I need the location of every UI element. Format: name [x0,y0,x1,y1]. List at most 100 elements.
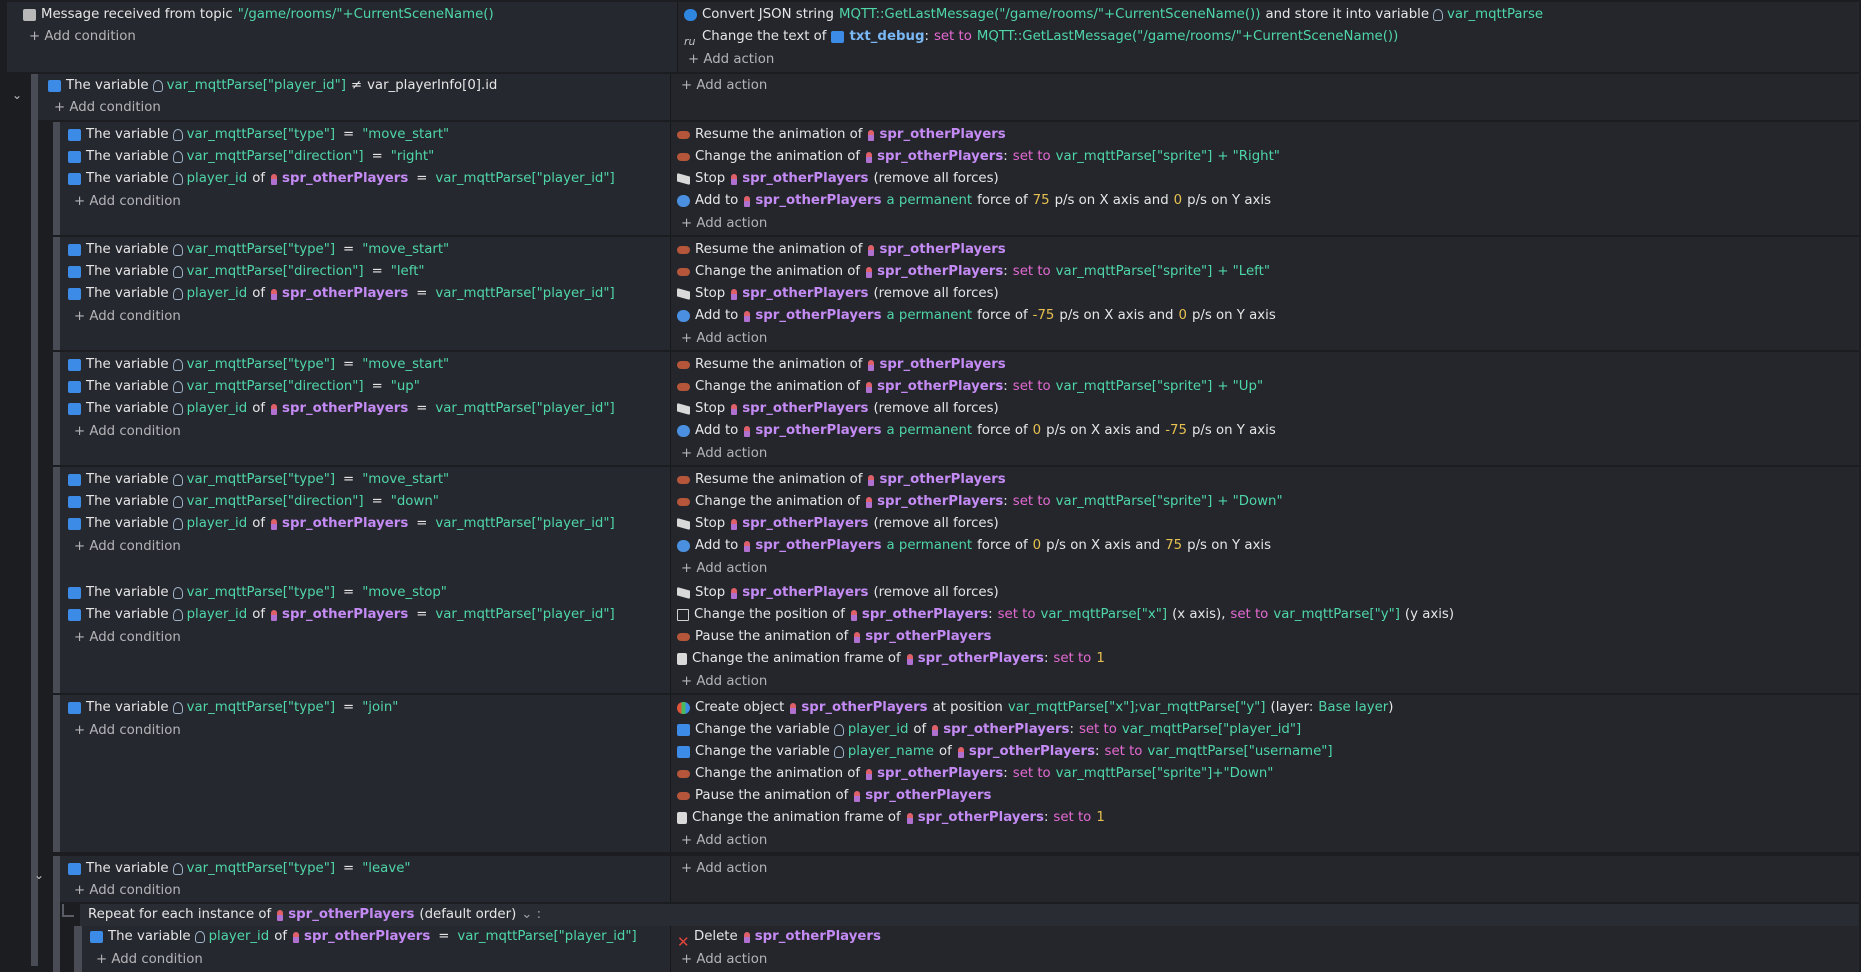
action-row[interactable]: Change the animation frame of spr_otherP… [677,648,1105,670]
action-row[interactable]: Resume the animation of spr_otherPlayers [677,354,1006,376]
repeat-header[interactable]: Repeat for each instance of spr_otherPla… [80,904,1859,926]
action-row[interactable]: Change the animation of spr_otherPlayers… [677,763,1273,785]
action-row[interactable]: Resume the animation of spr_otherPlayers [677,124,1006,146]
action-row[interactable]: Add to spr_otherPlayers a permanent forc… [677,305,1276,327]
condition-row[interactable]: The variable var_mqttParse["type"] = "jo… [68,697,398,719]
condition-row[interactable]: The variable var_mqttParse["type"] = "mo… [68,469,449,491]
action-text: p/s on Y axis [1187,193,1271,208]
condition-row[interactable]: The variable player_id of spr_otherPlaye… [68,283,615,305]
action-row[interactable]: Add to spr_otherPlayers a permanent forc… [677,420,1276,442]
action-row[interactable]: Stop spr_otherPlayers (remove all forces… [677,283,999,305]
action-row[interactable]: Resume the animation of spr_otherPlayers [677,239,1006,261]
action-text: force of [977,308,1028,323]
action-row[interactable]: Resume the animation of spr_otherPlayers [677,469,1006,491]
add-condition-link[interactable]: + Add condition [74,191,181,213]
add-condition-link[interactable]: + Add condition [74,306,181,328]
operator: = [416,516,428,531]
collapse-chevron-icon[interactable]: ⌄ [12,88,22,102]
condition-row[interactable]: The variable var_mqttParse["direction"] … [68,146,434,168]
action-row[interactable]: Change the animation of spr_otherPlayers… [677,261,1270,283]
add-action-link[interactable]: + Add action [688,49,774,71]
add-condition-link[interactable]: + Add condition [54,97,161,119]
action-row[interactable]: Change the animation of spr_otherPlayers… [677,376,1263,398]
add-action-link[interactable]: + Add action [681,213,767,235]
event-move-start[interactable]: The variable var_mqttParse["type"] = "mo… [60,122,1859,235]
action-row[interactable]: Change the position of spr_otherPlayers:… [677,604,1454,626]
action-row[interactable]: Pause the animation of spr_otherPlayers [677,626,991,648]
add-action-link[interactable]: + Add action [681,328,767,350]
condition-row[interactable]: The variable var_mqttParse["direction"] … [68,491,439,513]
collapse-chevron-icon[interactable]: ⌄ [34,868,44,882]
action-row[interactable]: ru Change the text of txt_debug: set to … [684,26,1398,48]
add-action-link[interactable]: + Add action [681,671,767,693]
add-action-link[interactable]: + Add action [681,830,767,852]
object-name: spr_otherPlayers [755,193,882,208]
expression: var_mqttParse["sprite"] [1055,264,1213,279]
action-row[interactable]: Create object spr_otherPlayers at positi… [677,697,1393,719]
stop-icon [677,587,690,599]
of-label: of [913,722,927,737]
condition-row[interactable]: The variable var_mqttParse["type"] = "le… [68,858,411,880]
action-row[interactable]: Stop spr_otherPlayers (remove all forces… [677,582,999,604]
action-text: Resume the animation of [695,242,863,257]
action-row[interactable]: Change the animation of spr_otherPlayers… [677,146,1280,168]
condition-row[interactable]: The variable player_id of spr_otherPlaye… [68,168,615,190]
event-move-stop[interactable]: The variable var_mqttParse["type"] = "mo… [60,580,1859,693]
add-condition-link[interactable]: + Add condition [74,880,181,902]
action-row[interactable]: Add to spr_otherPlayers a permanent forc… [677,190,1271,212]
add-action-link[interactable]: + Add action [681,558,767,580]
repeat-order-dropdown[interactable]: ⌄ : [521,904,541,926]
condition-text: The variable [86,357,169,372]
action-row[interactable]: Change the animation frame of spr_otherP… [677,807,1105,829]
expression: var_mqttParse["username"] [1147,744,1333,759]
condition-row[interactable]: The variable var_mqttParse["type"] = "mo… [68,124,449,146]
add-action-link[interactable]: + Add action [681,443,767,465]
event-delete-player[interactable]: The variable player_id of spr_otherPlaye… [82,926,1859,972]
condition-row[interactable]: Message received from topic "/game/rooms… [23,4,494,26]
condition-row[interactable]: The variable player_id of spr_otherPlaye… [90,926,637,948]
condition-row[interactable]: The variable var_mqttParse["direction"] … [68,261,425,283]
action-text: p/s on Y axis [1191,423,1276,438]
condition-text: The variable [86,401,169,416]
action-text: ) [1388,700,1394,715]
condition-row[interactable]: The variable player_id of spr_otherPlaye… [68,513,615,535]
add-condition-link[interactable]: + Add condition [74,627,181,649]
action-row[interactable]: Pause the animation of spr_otherPlayers [677,785,991,807]
action-row[interactable]: Convert JSON string MQTT::GetLastMessage… [684,4,1543,26]
add-condition-link[interactable]: + Add condition [74,536,181,558]
action-row[interactable]: Stop spr_otherPlayers (remove all forces… [677,398,999,420]
event-player-check[interactable]: The variable var_mqttParse["player_id"] … [38,74,1859,120]
condition-row[interactable]: The variable player_id of spr_otherPlaye… [68,398,615,420]
action-row[interactable]: Add to spr_otherPlayers a permanent forc… [677,535,1271,557]
action-row[interactable]: ✕ Delete spr_otherPlayers [677,926,881,951]
condition-row[interactable]: The variable var_mqttParse["type"] = "mo… [68,582,447,604]
action-row[interactable]: Change the variable player_name of spr_o… [677,741,1333,763]
add-condition-link[interactable]: + Add condition [74,421,181,443]
action-row[interactable]: Stop spr_otherPlayers (remove all forces… [677,513,999,535]
add-condition-link[interactable]: + Add condition [29,26,136,48]
event-move-start[interactable]: The variable var_mqttParse["type"] = "mo… [60,467,1859,580]
condition-row[interactable]: The variable var_mqttParse["player_id"] … [48,75,497,97]
event-leave[interactable]: The variable var_mqttParse["type"] = "le… [60,856,1859,902]
repeat-row[interactable]: Repeat for each instance of spr_otherPla… [88,904,541,926]
event-move-start[interactable]: The variable var_mqttParse["type"] = "mo… [60,237,1859,350]
string-value: "move_start" [362,242,450,257]
condition-row[interactable]: The variable player_id of spr_otherPlaye… [68,604,615,626]
event-indent-bar [53,237,60,350]
add-action-link[interactable]: + Add action [681,858,767,880]
add-action-link[interactable]: + Add action [681,75,767,97]
event-message-received[interactable]: Message received from topic "/game/rooms… [7,2,1859,72]
action-row[interactable]: Change the variable player_id of spr_oth… [677,719,1301,741]
event-join[interactable]: The variable var_mqttParse["type"] = "jo… [60,695,1859,852]
action-row[interactable]: Stop spr_otherPlayers (remove all forces… [677,168,999,190]
add-action-link[interactable]: + Add action [681,949,767,971]
condition-row[interactable]: The variable var_mqttParse["direction"] … [68,376,420,398]
action-row[interactable]: Change the animation of spr_otherPlayers… [677,491,1283,513]
add-condition-link[interactable]: + Add condition [96,949,203,971]
event-indent-bar [74,926,82,972]
add-condition-link[interactable]: + Add condition [74,720,181,742]
event-move-start[interactable]: The variable var_mqttParse["type"] = "mo… [60,352,1859,465]
condition-row[interactable]: The variable var_mqttParse["type"] = "mo… [68,354,449,376]
condition-row[interactable]: The variable var_mqttParse["type"] = "mo… [68,239,449,261]
object-name: spr_otherPlayers [968,744,1096,759]
